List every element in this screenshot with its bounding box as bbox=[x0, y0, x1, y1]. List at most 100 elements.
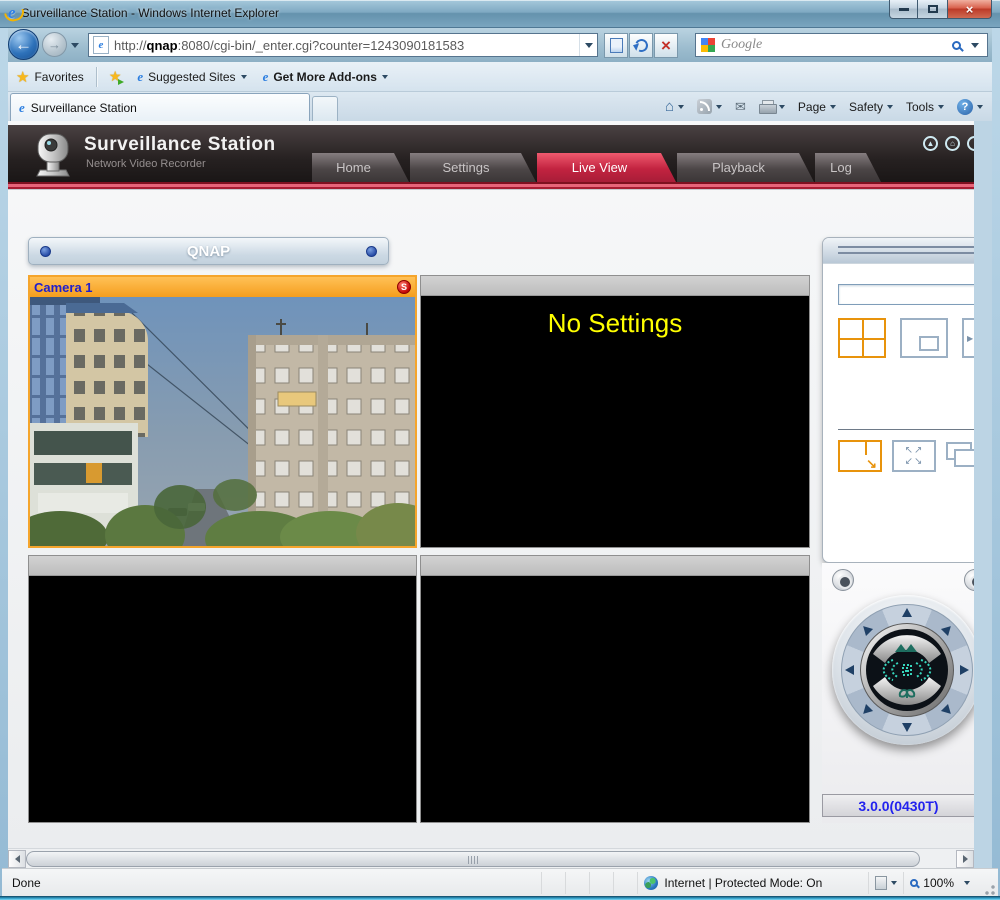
picture-in-picture-layout-button[interactable] bbox=[900, 318, 948, 358]
app-logo-camera-icon bbox=[36, 133, 70, 177]
forward-button[interactable]: → bbox=[42, 32, 67, 57]
maximize-button[interactable] bbox=[918, 0, 947, 19]
logout-icon[interactable]: ▲ bbox=[923, 136, 938, 151]
server-bar[interactable]: QNAP bbox=[28, 237, 389, 265]
minimize-icon bbox=[898, 7, 909, 11]
status-message: Done bbox=[12, 875, 41, 890]
tab-live-view[interactable]: Live View bbox=[537, 153, 676, 182]
home-button[interactable]: ⌂ bbox=[660, 95, 689, 119]
camera-cell-4[interactable] bbox=[420, 555, 810, 823]
tab-home[interactable]: Home bbox=[312, 153, 409, 182]
window-title: Surveillance Station - Windows Internet … bbox=[21, 5, 279, 20]
printer-icon bbox=[758, 100, 777, 114]
window-frame-right bbox=[992, 28, 1000, 896]
camera-cell-2[interactable]: No Settings bbox=[420, 275, 810, 548]
get-addons-button[interactable]: e Get More Add-ons bbox=[255, 65, 396, 89]
recent-pages-dropdown[interactable] bbox=[71, 43, 79, 48]
add-favorite-button[interactable]: ★ bbox=[101, 65, 130, 89]
panel-grip-handle[interactable] bbox=[823, 238, 974, 264]
maximize-icon bbox=[927, 5, 938, 13]
zoom-control[interactable]: 100% bbox=[903, 871, 976, 894]
address-dropdown[interactable] bbox=[579, 34, 597, 56]
single-view-layout-button[interactable]: ▶ bbox=[962, 318, 974, 358]
help-button[interactable]: ? bbox=[952, 95, 988, 119]
camera-1-status-badge: S bbox=[397, 280, 411, 294]
status-bar: Done Internet | Protected Mode: On 100% bbox=[2, 868, 998, 896]
camera-select-input[interactable] bbox=[838, 284, 974, 305]
ie-logo-icon: e bbox=[8, 3, 16, 22]
privacy-report-button[interactable] bbox=[868, 871, 903, 894]
stop-button[interactable]: × bbox=[654, 33, 678, 58]
print-button[interactable] bbox=[754, 95, 790, 119]
ptz-control-wheel[interactable] bbox=[832, 595, 974, 745]
page-menu[interactable]: Page bbox=[793, 95, 841, 119]
back-button[interactable]: ← bbox=[8, 29, 39, 60]
camera-1-video[interactable] bbox=[30, 297, 415, 546]
tab-log[interactable]: Log bbox=[815, 153, 881, 182]
scroll-left-button[interactable] bbox=[8, 850, 26, 868]
scroll-right-button[interactable] bbox=[956, 850, 974, 868]
horizontal-scroll-thumb[interactable] bbox=[26, 851, 920, 867]
title-bar[interactable]: e Surveillance Station - Windows Interne… bbox=[0, 0, 1000, 28]
snapshot-button[interactable] bbox=[832, 569, 854, 591]
help-icon: ? bbox=[957, 98, 973, 115]
clipped-icon[interactable] bbox=[967, 136, 974, 151]
stop-icon: × bbox=[661, 36, 671, 55]
feeds-button[interactable] bbox=[692, 95, 727, 119]
globe-icon bbox=[644, 875, 659, 890]
close-icon: × bbox=[965, 1, 974, 17]
camera-cell-3[interactable] bbox=[28, 555, 417, 823]
window-frame-left bbox=[0, 28, 8, 896]
header-accent-line bbox=[8, 182, 974, 190]
panel-divider bbox=[838, 429, 974, 430]
camera-2-video[interactable]: No Settings bbox=[421, 296, 809, 547]
address-bar[interactable]: e http://qnap:8080/cgi-bin/_enter.cgi?co… bbox=[88, 33, 598, 57]
zoom-magnifier-icon bbox=[910, 878, 919, 887]
zoom-level: 100% bbox=[923, 875, 954, 890]
google-logo-icon bbox=[701, 38, 715, 52]
new-tab-button[interactable] bbox=[312, 96, 338, 121]
search-box[interactable]: Google bbox=[695, 33, 988, 57]
camera-4-video[interactable] bbox=[421, 576, 809, 822]
browser-window: e Surveillance Station - Windows Interne… bbox=[0, 0, 1000, 900]
favorites-star-icon: ★ bbox=[16, 68, 30, 86]
version-bar: 3.0.0(0430T) bbox=[822, 794, 974, 817]
minimize-button[interactable] bbox=[889, 0, 918, 19]
zone-text: Internet | Protected Mode: On bbox=[664, 875, 823, 890]
command-bar: ⌂ ✉ Page Safety Tools ? bbox=[660, 92, 988, 121]
refresh-icon bbox=[632, 37, 650, 54]
suggested-sites-button[interactable]: e Suggested Sites bbox=[129, 65, 254, 89]
fullscreen-button[interactable]: ↖↗↙↘ bbox=[892, 440, 936, 472]
address-url[interactable]: http://qnap:8080/cgi-bin/_enter.cgi?coun… bbox=[114, 38, 579, 53]
search-input[interactable]: Google bbox=[721, 37, 952, 53]
page-icon: e bbox=[93, 36, 109, 54]
cascade-windows-button[interactable] bbox=[946, 440, 974, 472]
compatibility-view-button[interactable] bbox=[604, 33, 628, 58]
preset-button[interactable] bbox=[964, 569, 974, 591]
search-icon[interactable] bbox=[952, 40, 961, 50]
mail-icon: ✉ bbox=[735, 98, 746, 114]
sequential-mode-button[interactable]: ↘ bbox=[838, 440, 882, 472]
horizontal-scrollbar[interactable] bbox=[8, 848, 974, 868]
refresh-button[interactable] bbox=[629, 33, 653, 58]
search-dropdown[interactable] bbox=[971, 42, 979, 48]
camera-3-video[interactable] bbox=[29, 576, 416, 822]
tab-playback[interactable]: Playback bbox=[677, 153, 814, 182]
close-button[interactable]: × bbox=[947, 0, 992, 19]
camera-cell-1[interactable]: Camera 1 S bbox=[28, 275, 417, 548]
tab-surveillance-station[interactable]: e Surveillance Station bbox=[10, 93, 310, 121]
tab-settings[interactable]: Settings bbox=[410, 153, 536, 182]
portal-home-icon[interactable]: ⌂ bbox=[945, 136, 960, 151]
safety-menu[interactable]: Safety bbox=[844, 95, 898, 119]
read-mail-button[interactable]: ✉ bbox=[730, 95, 751, 119]
resize-grip[interactable] bbox=[982, 882, 996, 896]
zone-page-icon bbox=[875, 875, 888, 890]
sequence-arrow-icon: ↘ bbox=[866, 456, 877, 471]
favorites-button[interactable]: ★ Favorites bbox=[8, 65, 92, 89]
back-icon: ← bbox=[15, 34, 32, 54]
grid-2x2-layout-button[interactable] bbox=[838, 318, 886, 358]
compatibility-icon bbox=[609, 38, 623, 53]
tools-menu[interactable]: Tools bbox=[901, 95, 949, 119]
ptz-panel: 3.0.0(0430T) bbox=[822, 563, 974, 823]
no-settings-message: No Settings bbox=[547, 308, 683, 338]
